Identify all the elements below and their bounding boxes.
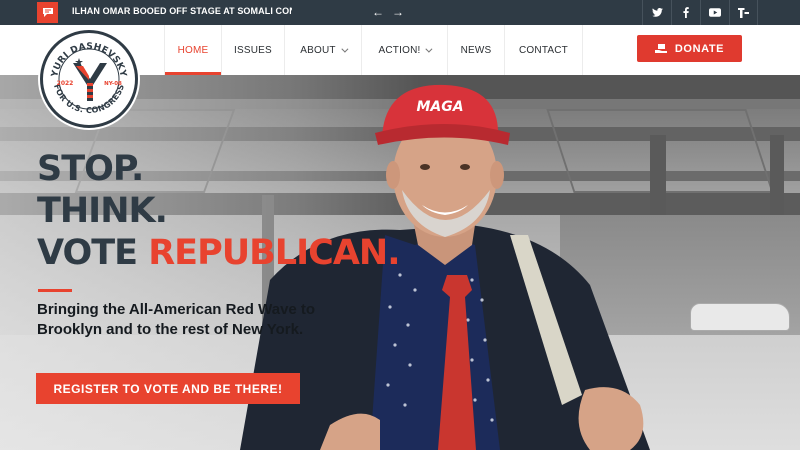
ticker-controls: ← → (372, 4, 404, 20)
headline-line-3: VOTE REPUBLICAN. (37, 233, 401, 273)
hero-banner: MAGA STOP. THINK. VOTE REPUBLICAN. Bring… (0, 75, 800, 450)
ticker-next-arrow-icon[interactable]: → (392, 4, 404, 20)
facebook-icon[interactable] (671, 0, 700, 25)
hero-headline: STOP. THINK. VOTE REPUBLICAN. (37, 148, 401, 274)
news-chat-icon (37, 2, 58, 23)
nav-item-action[interactable]: ACTION! (362, 25, 448, 75)
accent-divider (38, 289, 72, 292)
top-news-bar: ILHAN OMAR BOOED OFF STAGE AT SOMALI CON… (0, 0, 800, 25)
nav-item-about[interactable]: ABOUT (285, 25, 362, 75)
chevron-down-icon (425, 45, 433, 53)
nav-item-news[interactable]: NEWS (448, 25, 505, 75)
chevron-down-icon (341, 45, 349, 53)
news-ticker-headline[interactable]: ILHAN OMAR BOOED OFF STAGE AT SOMALI CON… (72, 6, 292, 16)
headline-line-2: THINK. (37, 191, 168, 231)
youtube-icon[interactable] (700, 0, 729, 25)
headline-line-1: STOP. (37, 149, 144, 189)
social-links (642, 0, 758, 25)
campaign-logo[interactable]: YURI DASHEVSKY FOR U.S. CONGRESS 2022 NY… (40, 30, 138, 128)
donate-button[interactable]: DONATE (637, 35, 742, 62)
donate-hand-icon (654, 43, 668, 54)
cap-text: MAGA (416, 99, 463, 115)
truth-social-icon[interactable] (729, 0, 758, 25)
logo-district: NY-08 (104, 81, 122, 87)
nav-item-issues[interactable]: ISSUES (222, 25, 285, 75)
headline-highlight: REPUBLICAN. (148, 233, 400, 273)
twitter-icon[interactable] (642, 0, 671, 25)
ticker-prev-arrow-icon[interactable]: ← (372, 4, 384, 20)
register-to-vote-button[interactable]: REGISTER TO VOTE AND BE THERE! (36, 373, 300, 404)
nav-item-contact[interactable]: CONTACT (505, 25, 583, 75)
logo-year: 2022 (57, 80, 74, 87)
nav-item-home[interactable]: HOME (164, 25, 222, 75)
main-nav: HOME ISSUES ABOUT ACTION! NEWS CONTACT (164, 25, 583, 75)
hero-tagline: Bringing the All-American Red Wave to Br… (37, 301, 316, 338)
